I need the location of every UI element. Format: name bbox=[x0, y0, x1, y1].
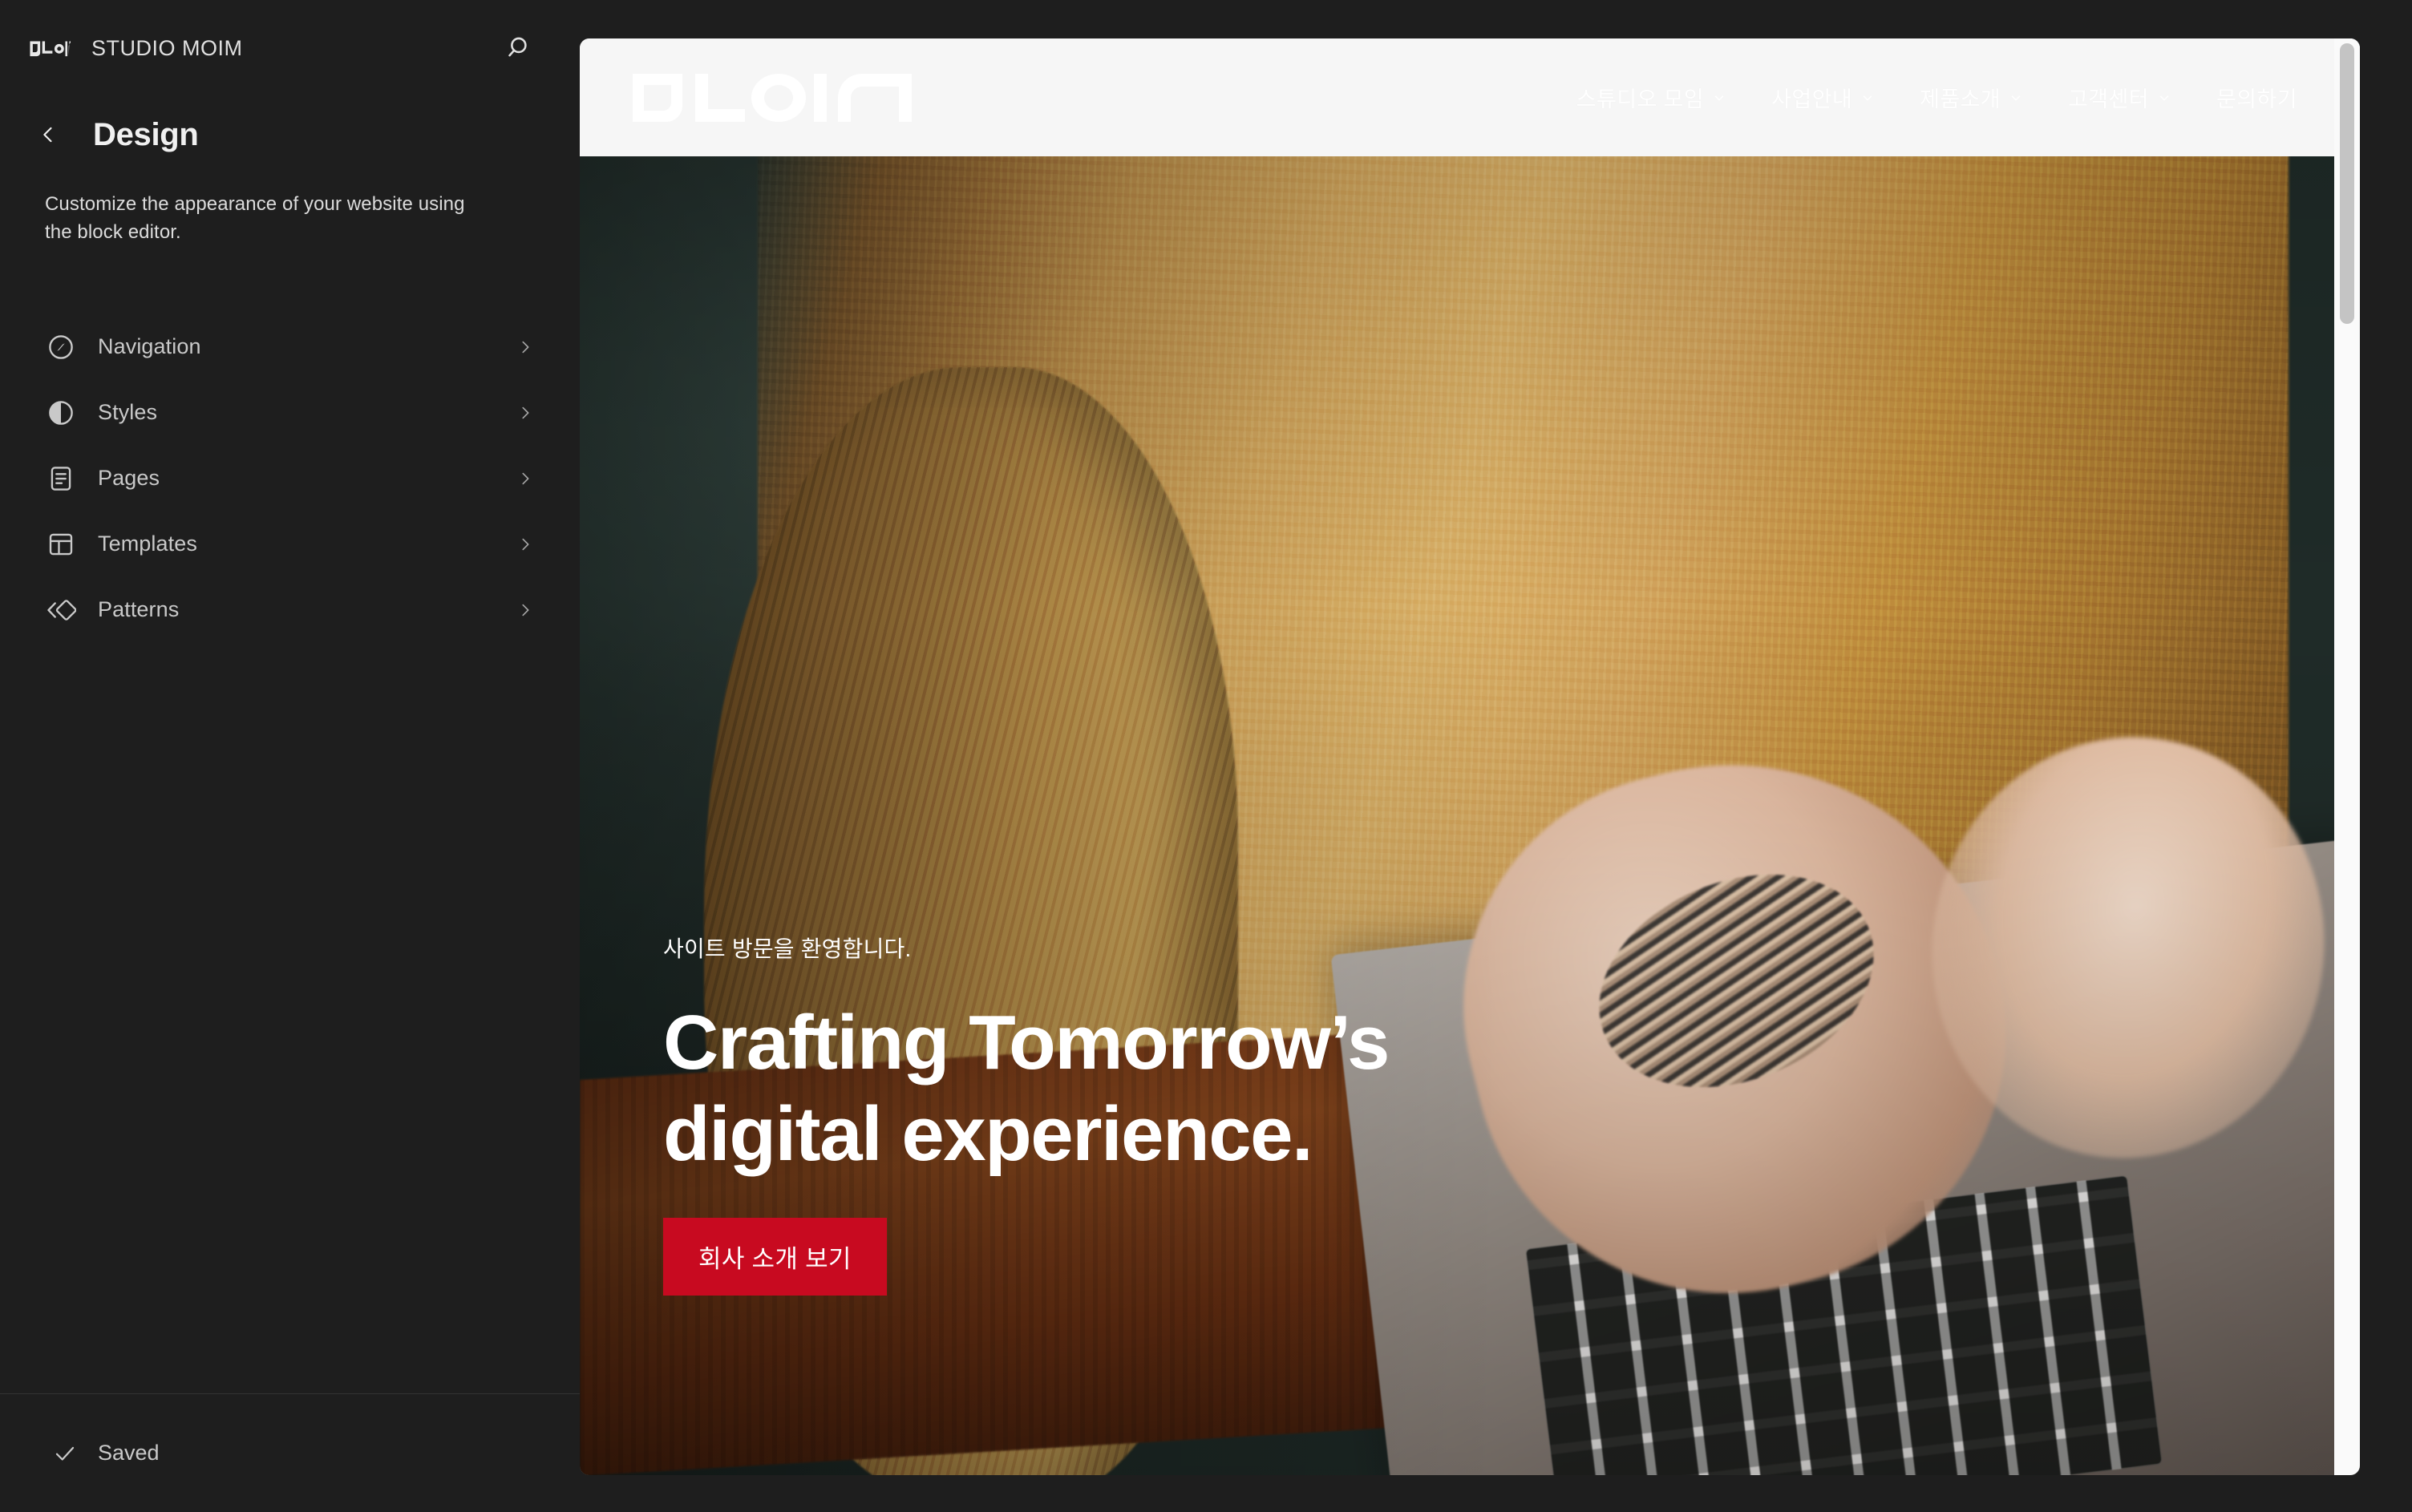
chevron-right-icon bbox=[516, 469, 535, 488]
status-badge: Saved bbox=[98, 1441, 160, 1465]
nav-item-label: 스튜디오 모임 bbox=[1576, 87, 1705, 111]
nav-item-label: 문의하기 bbox=[2216, 87, 2297, 111]
sidebar-item-templates[interactable]: Templates bbox=[21, 511, 559, 577]
layout-icon bbox=[45, 528, 77, 560]
nav-item-label: 고객센터 bbox=[2068, 87, 2150, 111]
page-title: Design bbox=[93, 116, 199, 152]
hero-headline: Crafting Tomorrow’s digital experience. bbox=[663, 997, 1390, 1179]
contrast-glyph bbox=[49, 400, 73, 425]
nav-item-products[interactable]: 제품소개 bbox=[1920, 82, 2023, 113]
moim-wordmark-icon bbox=[633, 73, 912, 122]
sidebar-item-navigation[interactable]: Navigation bbox=[21, 314, 559, 380]
canvas-scrollbar-thumb[interactable] bbox=[2340, 43, 2354, 324]
site-preview-canvas[interactable]: 스튜디오 모임 사업안내 제품소개 고객센터 문의하기 사이트 방문을 환영합니… bbox=[580, 38, 2360, 1475]
sidebar-topbar: STUDIO MOIM bbox=[0, 0, 580, 96]
nav-item-contact[interactable]: 문의하기 bbox=[2216, 82, 2297, 113]
sidebar-item-label: Templates bbox=[98, 532, 197, 556]
chevron-down-icon bbox=[2159, 95, 2169, 100]
panel-header: Design bbox=[0, 96, 580, 173]
site-editor-app: STUDIO MOIM Design Customize the appeara… bbox=[0, 0, 2412, 1512]
sidebar-item-label: Pages bbox=[98, 466, 160, 491]
check-icon bbox=[55, 1446, 75, 1461]
hero-section: 사이트 방문을 환영합니다. Crafting Tomorrow’s digit… bbox=[580, 156, 2360, 1475]
search-glyph bbox=[508, 37, 527, 57]
editor-sidebar: STUDIO MOIM Design Customize the appeara… bbox=[0, 0, 580, 1512]
canvas-scrollbar[interactable] bbox=[2334, 38, 2360, 1475]
chevron-right-icon bbox=[516, 403, 535, 422]
sidebar-item-label: Navigation bbox=[98, 334, 201, 359]
page-icon bbox=[45, 463, 77, 495]
chevron-right-icon bbox=[516, 600, 535, 620]
chevron-down-icon bbox=[1714, 95, 1724, 100]
preview-nav: 스튜디오 모임 사업안내 제품소개 고객센터 문의하기 bbox=[1576, 82, 2312, 113]
sidebar-item-patterns[interactable]: Patterns bbox=[21, 577, 559, 643]
hero-eyebrow: 사이트 방문을 환영합니다. bbox=[663, 936, 912, 962]
site-hub-button[interactable]: STUDIO MOIM bbox=[29, 36, 496, 61]
contrast-icon bbox=[45, 397, 77, 429]
chevron-down-icon bbox=[1863, 95, 1872, 100]
chevron-down-icon bbox=[2011, 95, 2021, 100]
save-status-bar[interactable]: Saved bbox=[0, 1393, 580, 1512]
chevron-right-icon bbox=[516, 535, 535, 554]
site-title: STUDIO MOIM bbox=[91, 35, 243, 60]
sidebar-item-pages[interactable]: Pages bbox=[21, 446, 559, 511]
search-icon[interactable] bbox=[496, 24, 544, 72]
back-button[interactable] bbox=[32, 119, 64, 151]
preview-frame: 스튜디오 모임 사업안내 제품소개 고객센터 문의하기 사이트 방문을 환영합니… bbox=[580, 38, 2360, 1475]
patterns-icon bbox=[45, 594, 77, 626]
sidebar-item-styles[interactable]: Styles bbox=[21, 380, 559, 446]
preview-site-header: 스튜디오 모임 사업안내 제품소개 고객센터 문의하기 bbox=[580, 38, 2360, 156]
nav-item-support[interactable]: 고객센터 bbox=[2068, 82, 2171, 113]
nav-item-business[interactable]: 사업안내 bbox=[1771, 82, 1875, 113]
nav-item-label: 제품소개 bbox=[1920, 87, 2001, 111]
nav-item-label: 사업안내 bbox=[1771, 87, 1853, 111]
sidebar-item-label: Patterns bbox=[98, 597, 180, 622]
hero-cta-button[interactable]: 회사 소개 보기 bbox=[663, 1218, 887, 1296]
chevron-left-icon bbox=[43, 127, 52, 143]
chevron-right-icon bbox=[516, 338, 535, 357]
sidebar-item-label: Styles bbox=[98, 400, 158, 425]
panel-description: Customize the appearance of your website… bbox=[45, 193, 465, 243]
moim-logo-mark-icon bbox=[30, 41, 71, 57]
hero-headline-line-1: Crafting Tomorrow’s bbox=[663, 1000, 1390, 1086]
hero-headline-line-2: digital experience. bbox=[663, 1090, 1313, 1177]
nav-item-studio-moim[interactable]: 스튜디오 모임 bbox=[1576, 82, 1726, 113]
compass-icon bbox=[45, 331, 77, 363]
hero-content: 사이트 방문을 환영합니다. Crafting Tomorrow’s digit… bbox=[663, 932, 1390, 1296]
design-nav-list: Navigation Styles Pages Templates Patter… bbox=[0, 314, 580, 643]
